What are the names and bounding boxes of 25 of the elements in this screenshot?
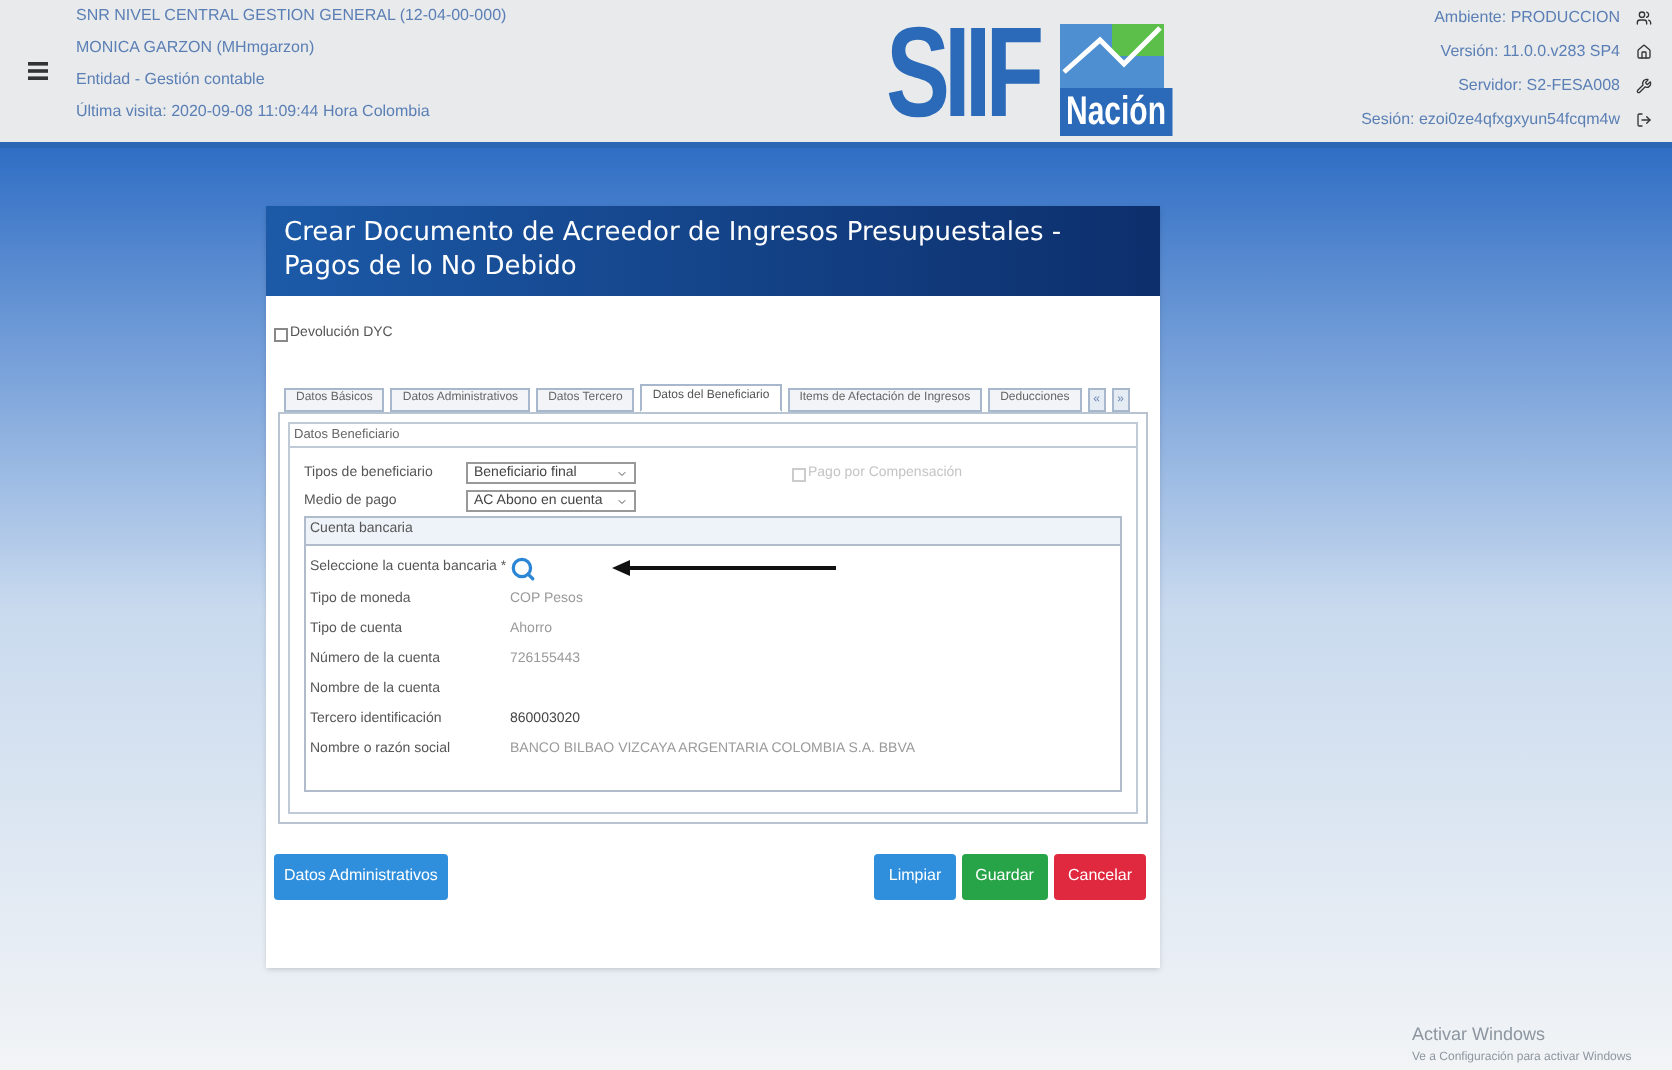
menu-icon[interactable] bbox=[28, 62, 48, 80]
logo: SIIF Nación bbox=[886, 0, 1211, 136]
action-button[interactable]: Cancelar bbox=[1053, 853, 1146, 899]
activation-notice-title: Activar Windows bbox=[1412, 1022, 1548, 1048]
environment-info-text: Servidor: S2-FESA008 bbox=[1458, 74, 1620, 96]
toolbar-icon[interactable] bbox=[1636, 77, 1652, 93]
search-icon[interactable] bbox=[510, 555, 536, 582]
chevron-down-icon bbox=[616, 467, 628, 480]
tab-nav-button[interactable]: Datos Administrativos bbox=[274, 853, 448, 899]
dialog-title: Crear Documento de Acreedor de Ingresos Presupuestales - Pagos de lo No Debido bbox=[284, 216, 1064, 284]
chevron-down-icon bbox=[616, 495, 628, 508]
user-info-text: MONICA GARZON (MHmgarzon) bbox=[76, 36, 317, 58]
environment-info-text: Ambiente: PRODUCCION bbox=[1434, 6, 1620, 28]
action-button[interactable]: Limpiar bbox=[874, 853, 956, 899]
chart-icon bbox=[1060, 24, 1165, 88]
user-info-text: Última visita: 2020-09-08 11:09:44 Hora Colombia bbox=[76, 100, 432, 122]
toolbar-icon[interactable] bbox=[1636, 111, 1652, 127]
user-info-text: SNR NIVEL CENTRAL GESTION GENERAL (12-04-00-000) bbox=[76, 4, 509, 26]
user-info-text: Entidad - Gestión contable bbox=[76, 68, 267, 90]
toolbar-icon[interactable] bbox=[1636, 9, 1652, 25]
environment-info-text: Sesión: ezoi0ze4qfxgxyun54fcqm4w bbox=[1361, 108, 1620, 130]
toolbar-icon[interactable] bbox=[1636, 43, 1652, 59]
checkbox[interactable] bbox=[274, 327, 288, 342]
action-button[interactable]: Guardar bbox=[961, 853, 1048, 899]
environment-info-text: Versión: 11.0.0.v283 SP4 bbox=[1440, 40, 1620, 62]
